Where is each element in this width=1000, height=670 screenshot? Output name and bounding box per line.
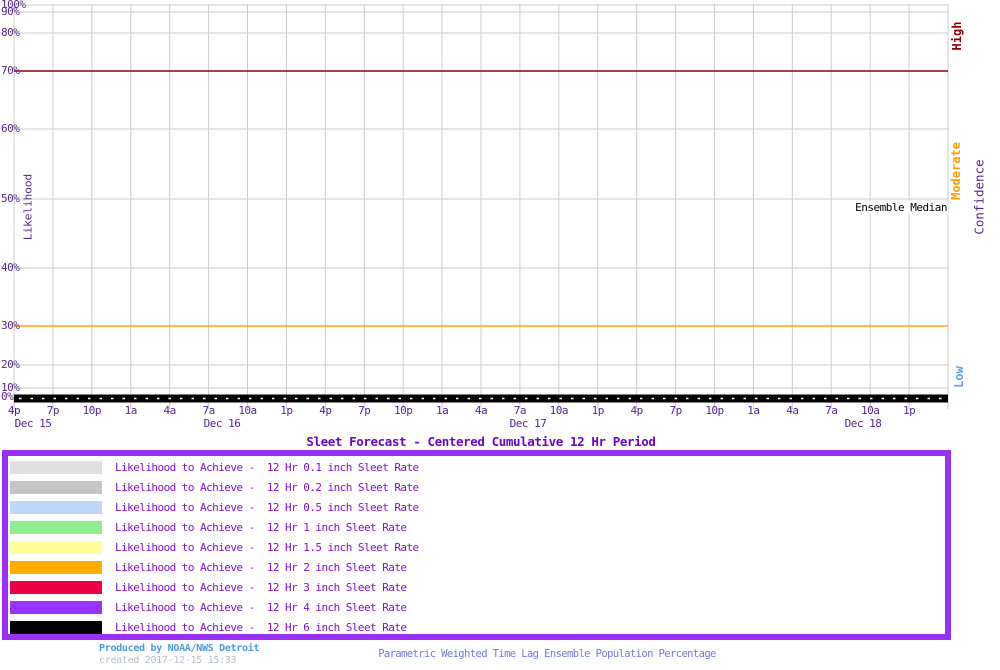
x-date-label: Dec 15 bbox=[14, 417, 52, 430]
legend-row: Likelihood to Achieve - 12 Hr 4 inch Sle… bbox=[8, 597, 945, 617]
x-tick-label: 1p bbox=[902, 404, 916, 417]
x-tick-label: 1p bbox=[280, 404, 293, 417]
legend-swatch bbox=[10, 540, 102, 554]
legend-swatch bbox=[10, 580, 102, 594]
legend-row: Likelihood to Achieve - 12 Hr 0.2 inch S… bbox=[8, 477, 945, 497]
x-tick-label: 1a bbox=[435, 404, 449, 417]
legend-swatch bbox=[10, 500, 102, 514]
x-tick-label: 10a bbox=[549, 404, 569, 417]
chart-title: Sleet Forecast - Centered Cumulative 12 … bbox=[306, 434, 656, 449]
x-tick-label: 1p bbox=[591, 404, 605, 417]
legend-row: Likelihood to Achieve - 12 Hr 1 inch Sle… bbox=[8, 517, 945, 537]
legend-row: Likelihood to Achieve - 12 Hr 0.5 inch S… bbox=[8, 497, 945, 517]
legend-rows: Likelihood to Achieve - 12 Hr 0.1 inch S… bbox=[8, 457, 945, 637]
x-tick-label: 1a bbox=[747, 404, 760, 417]
x-tick-label: 4p bbox=[630, 404, 644, 417]
x-tick-label: 7p bbox=[46, 404, 60, 417]
x-tick-label: 4a bbox=[786, 404, 799, 417]
x-tick-label: 4a bbox=[163, 404, 177, 417]
confidence-moderate-label: Moderate bbox=[949, 142, 963, 200]
legend-row: Likelihood to Achieve - 12 Hr 2 inch Sle… bbox=[8, 557, 945, 577]
footer-produced-by: Produced by NOAA/NWS Detroit bbox=[99, 643, 260, 654]
ensemble-median-label: Ensemble Median bbox=[854, 201, 948, 214]
y-tick-label: 20% bbox=[1, 358, 20, 371]
y-tick-label: 70% bbox=[1, 64, 20, 77]
x-tick-label: 4p bbox=[319, 404, 332, 417]
legend-swatch bbox=[10, 560, 102, 574]
legend-label: Likelihood to Achieve - 12 Hr 1 inch Sle… bbox=[115, 520, 407, 534]
legend-label: Likelihood to Achieve - 12 Hr 4 inch Sle… bbox=[115, 600, 407, 614]
right-axis-title: Confidence bbox=[971, 159, 987, 235]
legend-label: Likelihood to Achieve - 12 Hr 2 inch Sle… bbox=[115, 560, 407, 574]
legend-label: Likelihood to Achieve - 12 Hr 3 inch Sle… bbox=[115, 580, 407, 594]
y-tick-label: 60% bbox=[1, 122, 20, 135]
y-tick-label: 40% bbox=[1, 261, 20, 274]
x-tick-label: 4a bbox=[474, 404, 488, 417]
legend-row: Likelihood to Achieve - 12 Hr 3 inch Sle… bbox=[8, 577, 945, 597]
footer-method-label: Parametric Weighted Time Lag Ensemble Po… bbox=[378, 648, 716, 660]
x-date-label: Dec 17 bbox=[509, 417, 547, 430]
x-tick-label: 7p bbox=[358, 404, 371, 417]
footer-created-timestamp: created 2017-12-15 15:33 bbox=[99, 655, 237, 666]
y-tick-label: 0% bbox=[1, 390, 14, 403]
x-tick-label: 4p bbox=[7, 404, 21, 417]
x-tick-label: 10a bbox=[238, 404, 257, 417]
legend-box: Likelihood to Achieve - 12 Hr 0.1 inch S… bbox=[2, 450, 951, 640]
legend-swatch bbox=[10, 520, 102, 534]
x-tick-label: 10a bbox=[860, 404, 880, 417]
legend-swatch bbox=[10, 460, 102, 474]
x-tick-label: 1a bbox=[124, 404, 138, 417]
legend-row: Likelihood to Achieve - 12 Hr 1.5 inch S… bbox=[8, 537, 945, 557]
y-tick-label: 50% bbox=[1, 192, 20, 205]
x-tick-label: 7p bbox=[669, 404, 682, 417]
legend-label: Likelihood to Achieve - 12 Hr 0.1 inch S… bbox=[115, 460, 419, 474]
confidence-high-label: High bbox=[950, 21, 964, 51]
legend-label: Likelihood to Achieve - 12 Hr 1.5 inch S… bbox=[115, 540, 419, 554]
legend-label: Likelihood to Achieve - 12 Hr 0.2 inch S… bbox=[115, 480, 419, 494]
x-tick-label: 10p bbox=[393, 404, 413, 417]
confidence-low-label: Low bbox=[952, 366, 966, 388]
legend-swatch bbox=[10, 480, 102, 494]
legend-label: Likelihood to Achieve - 12 Hr 6 inch Sle… bbox=[115, 620, 407, 634]
x-tick-label: 10p bbox=[705, 404, 724, 417]
x-tick-label: 7a bbox=[825, 404, 838, 417]
chart-plot-area bbox=[13, 4, 949, 409]
y-tick-label: 30% bbox=[1, 319, 20, 332]
legend-row: Likelihood to Achieve - 12 Hr 0.1 inch S… bbox=[8, 457, 945, 477]
x-tick-label: 7a bbox=[202, 404, 215, 417]
y-tick-label: 90% bbox=[1, 5, 20, 18]
y-axis-title: Likelihood bbox=[21, 173, 35, 241]
legend-row: Likelihood to Achieve - 12 Hr 6 inch Sle… bbox=[8, 617, 945, 637]
legend-swatch bbox=[10, 600, 102, 614]
y-tick-label: 80% bbox=[1, 26, 20, 39]
legend-label: Likelihood to Achieve - 12 Hr 0.5 inch S… bbox=[115, 500, 419, 514]
x-date-label: Dec 18 bbox=[844, 417, 882, 430]
sleet-forecast-chart-page: 100% 90% 80% 70% 60% 50% 40% 30% 20% 10% 0% 4p 7p 10… bbox=[0, 0, 1000, 670]
x-date-label: Dec 16 bbox=[203, 417, 241, 430]
legend-swatch bbox=[10, 620, 102, 634]
x-tick-label: 7a bbox=[513, 404, 527, 417]
x-tick-label: 10p bbox=[82, 404, 102, 417]
